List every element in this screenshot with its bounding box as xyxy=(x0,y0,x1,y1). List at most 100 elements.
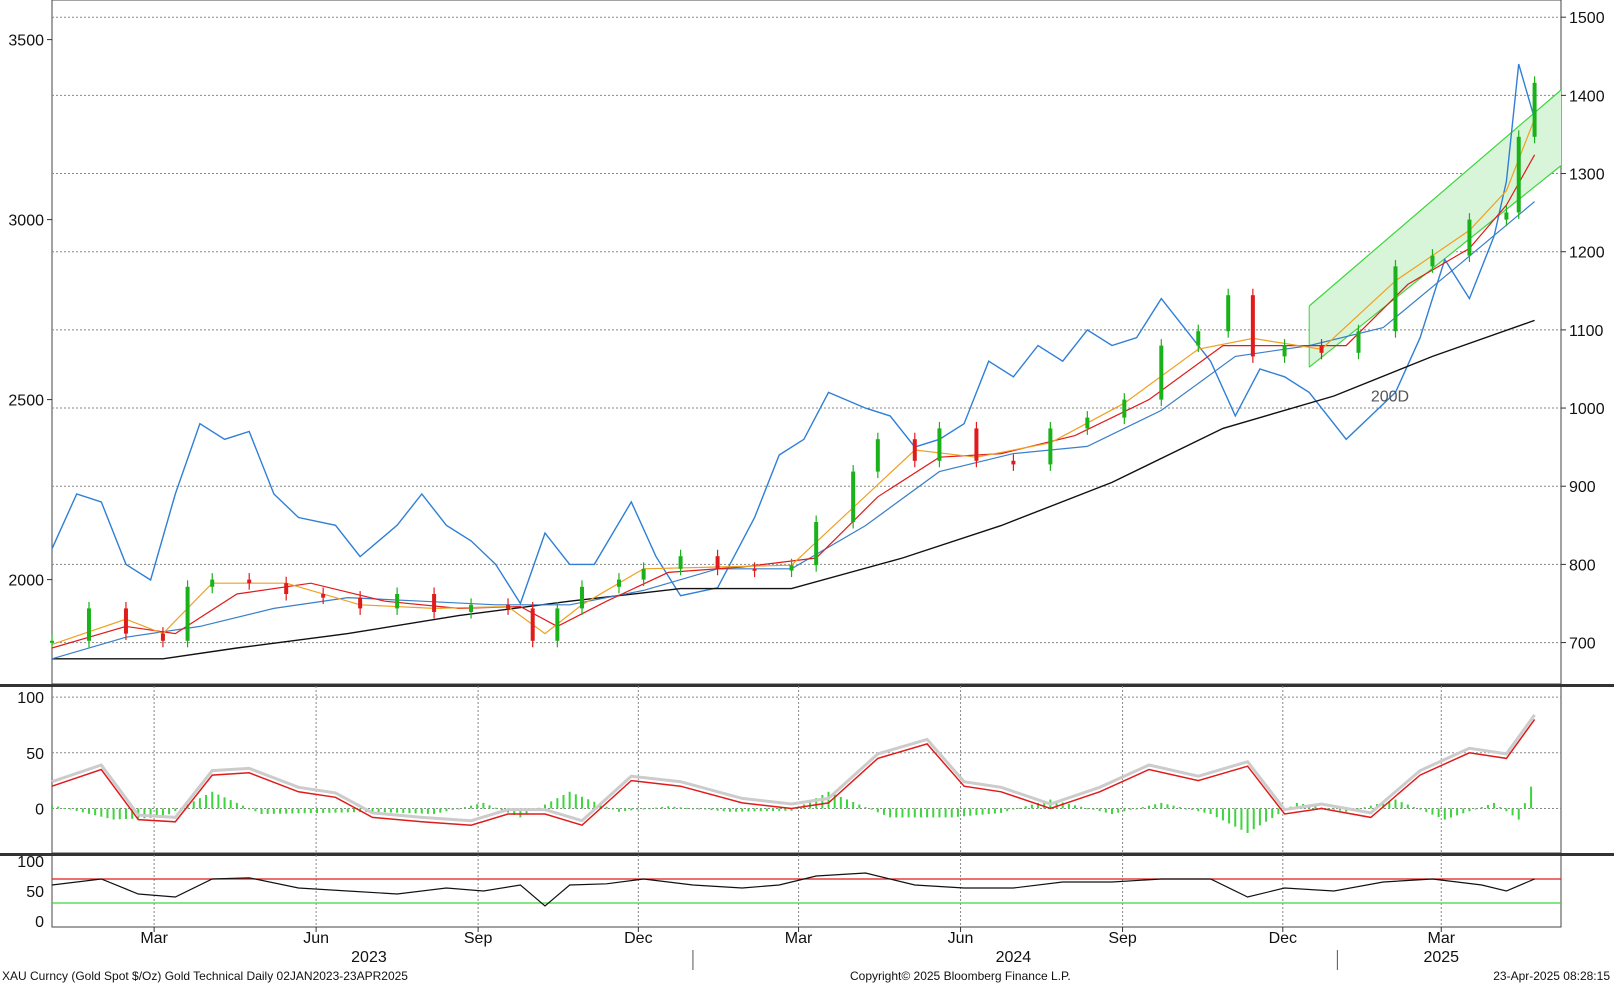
candle-body xyxy=(937,428,942,461)
histogram-bar xyxy=(1314,806,1317,809)
histogram-bar xyxy=(876,808,879,813)
histogram-bar xyxy=(1197,808,1200,812)
histogram-bar xyxy=(698,808,701,810)
histogram-bar xyxy=(1184,808,1187,810)
moving-average-red-line xyxy=(51,154,1536,649)
histogram-bar xyxy=(408,808,411,814)
histogram-bar xyxy=(1437,808,1440,818)
histogram-bar xyxy=(895,808,898,818)
histogram-bar xyxy=(1006,808,1009,812)
histogram-bar xyxy=(217,794,220,809)
histogram-bar xyxy=(1499,807,1502,809)
right-axis-tick-label: 900 xyxy=(1569,479,1596,496)
histogram-bar xyxy=(352,808,355,813)
histogram-bar xyxy=(69,808,72,810)
gold-technical-chart: 200D200025003000350070080090010001100120… xyxy=(0,0,1614,983)
candle-body xyxy=(579,586,584,609)
histogram-bar xyxy=(1228,808,1231,824)
histogram-bar xyxy=(1215,808,1218,818)
histogram-bar xyxy=(198,798,201,809)
histogram-bar xyxy=(1523,803,1526,809)
histogram-bar xyxy=(562,794,565,809)
histogram-bar xyxy=(334,808,337,813)
histogram-bar xyxy=(1363,807,1366,809)
histogram-bar xyxy=(291,808,294,814)
histogram-bar xyxy=(1074,805,1077,809)
histogram-bar xyxy=(938,808,941,818)
histogram-bar xyxy=(87,808,90,814)
candle-body xyxy=(1516,136,1521,213)
histogram-bar xyxy=(1098,808,1101,812)
ma-200d-annotation: 200D xyxy=(1371,388,1409,405)
candle-body xyxy=(678,556,683,569)
histogram-bar xyxy=(1431,808,1434,815)
histogram-bar xyxy=(1240,808,1243,830)
left-axis-tick-label: 3500 xyxy=(8,33,44,50)
histogram-bar xyxy=(981,808,984,815)
histogram-bar xyxy=(1406,804,1409,809)
histogram-bar xyxy=(926,808,929,818)
x-axis-year-label: 2023 xyxy=(351,949,387,966)
histogram-bar xyxy=(932,808,935,818)
candle-body xyxy=(1250,295,1255,357)
rsi-axis-tick-label: 100 xyxy=(17,854,44,871)
histogram-bar xyxy=(346,808,349,813)
candle-body xyxy=(321,594,326,598)
histogram-bar xyxy=(882,808,885,815)
histogram-bar xyxy=(285,808,288,814)
histogram-bar xyxy=(124,808,127,820)
histogram-bar xyxy=(315,808,318,814)
candle-body xyxy=(1085,417,1090,429)
histogram-bar xyxy=(1209,808,1212,815)
histogram-bar xyxy=(759,808,762,812)
right-axis-tick-label: 1100 xyxy=(1569,323,1604,340)
candle-body xyxy=(1226,295,1231,332)
histogram-bar xyxy=(248,808,251,810)
histogram-bar xyxy=(242,805,245,809)
candle-body xyxy=(752,568,757,571)
histogram-bar xyxy=(587,799,590,809)
momentum-axis-tick-label: 100 xyxy=(17,690,44,707)
candle-body xyxy=(912,439,917,461)
candle-body xyxy=(1011,460,1016,465)
histogram-bar xyxy=(1419,808,1422,810)
right-axis-tick-label: 800 xyxy=(1569,557,1596,574)
candle-body xyxy=(506,604,511,609)
histogram-bar xyxy=(685,807,688,809)
histogram-bar xyxy=(617,808,620,812)
histogram-bar xyxy=(81,808,84,813)
histogram-bar xyxy=(254,808,257,812)
histogram-bar xyxy=(1104,808,1107,813)
histogram-bar xyxy=(272,808,275,814)
histogram-bar xyxy=(451,808,454,810)
histogram-bar xyxy=(1332,808,1335,810)
histogram-bar xyxy=(654,807,657,809)
histogram-bar xyxy=(1117,808,1120,813)
histogram-bar xyxy=(765,808,768,812)
histogram-bar xyxy=(845,799,848,809)
histogram-bar xyxy=(1456,808,1459,816)
candle-body xyxy=(247,579,252,584)
candle-body xyxy=(875,439,880,472)
moving-average-blue-line xyxy=(51,201,1535,660)
histogram-bar xyxy=(772,808,775,812)
histogram-bar xyxy=(396,808,399,813)
signal-line-shadow xyxy=(51,714,1536,823)
histogram-bar xyxy=(476,804,479,809)
x-axis-month-label: Mar xyxy=(140,930,168,947)
right-axis-tick-label: 1500 xyxy=(1569,10,1605,27)
histogram-bar xyxy=(1154,804,1157,809)
x-axis-month-label: Dec xyxy=(624,930,652,947)
histogram-bar xyxy=(470,805,473,809)
histogram-bar xyxy=(211,791,214,809)
histogram-bar xyxy=(205,794,208,809)
histogram-bar xyxy=(1493,802,1496,809)
candle-body xyxy=(395,594,400,609)
candle-body xyxy=(1122,399,1127,418)
histogram-bar xyxy=(1110,808,1113,815)
histogram-bar xyxy=(389,808,392,813)
histogram-bar xyxy=(439,808,442,813)
histogram-bar xyxy=(784,808,787,811)
rsi-axis-tick-label: 0 xyxy=(35,914,44,931)
histogram-bar xyxy=(192,801,195,809)
